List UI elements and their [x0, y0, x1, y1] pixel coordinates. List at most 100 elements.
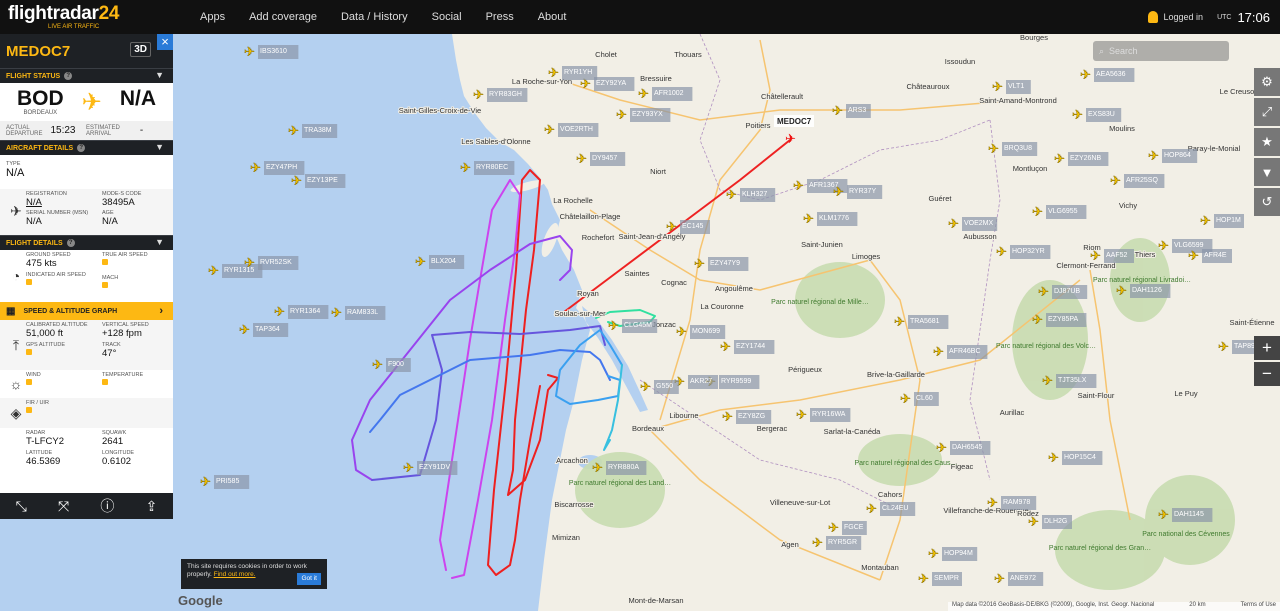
settings-gear-icon[interactable]: ⚙: [1254, 68, 1280, 96]
aircraft-marker[interactable]: ✈ HOP864: [1148, 149, 1198, 164]
aircraft-marker[interactable]: ✈ EZY1744: [720, 340, 775, 355]
aircraft-marker[interactable]: ✈ EZY8ZG: [722, 410, 772, 425]
aircraft-marker[interactable]: ✈ ARS3: [832, 104, 871, 119]
route-icon[interactable]: ⤡: [16, 498, 27, 515]
aircraft-marker[interactable]: ✈ RAM978: [987, 496, 1037, 511]
aircraft-icon[interactable]: ✈: [933, 345, 944, 360]
aircraft-icon[interactable]: ✈: [832, 104, 843, 119]
aircraft-marker[interactable]: ✈ DAH1145: [1158, 508, 1213, 523]
aircraft-marker[interactable]: ✈ CLG45M: [608, 319, 658, 334]
cookie-ok-button[interactable]: Got it: [297, 573, 321, 585]
zoom-in-button[interactable]: +: [1254, 336, 1280, 360]
aircraft-marker[interactable]: ✈ DJ87UB: [1038, 285, 1088, 300]
aircraft-icon[interactable]: ✈: [720, 340, 731, 355]
aircraft-icon[interactable]: ✈: [1080, 68, 1091, 83]
aircraft-marker[interactable]: ✈ VOE2MX: [948, 217, 998, 232]
aircraft-marker[interactable]: ✈ AFR1002: [638, 87, 693, 102]
user-icon[interactable]: [1147, 11, 1158, 23]
aircraft-icon[interactable]: ✈: [803, 212, 814, 227]
terms-link[interactable]: Terms of Use: [1241, 602, 1276, 611]
flightradar24-logo[interactable]: flightradar24 LIVE AIR TRAFFIC: [8, 3, 188, 31]
alert-icon[interactable]: ⓘ: [100, 496, 114, 516]
cookie-more-link[interactable]: Find out more.: [214, 571, 256, 578]
nav-social[interactable]: Social: [432, 11, 462, 23]
aircraft-icon[interactable]: ✈: [1148, 149, 1159, 164]
aircraft-icon[interactable]: ✈: [274, 305, 285, 320]
chevron-down-icon[interactable]: ▼: [155, 142, 164, 152]
aircraft-icon[interactable]: ✈: [1048, 451, 1059, 466]
section-flight-status[interactable]: FLIGHT STATUS? ▼: [0, 68, 173, 83]
aircraft-marker[interactable]: ✈ SEMPR: [918, 572, 962, 587]
aircraft-icon[interactable]: ✈: [548, 66, 559, 81]
help-icon[interactable]: ?: [64, 72, 73, 80]
aircraft-marker[interactable]: ✈ VLT1: [992, 80, 1031, 95]
star-icon[interactable]: ★: [1254, 128, 1280, 156]
aircraft-icon[interactable]: ✈: [996, 245, 1007, 260]
aircraft-icon[interactable]: ✈: [1200, 214, 1211, 229]
aircraft-icon[interactable]: ✈: [988, 142, 999, 157]
aircraft-icon[interactable]: ✈: [812, 536, 823, 551]
aircraft-icon[interactable]: ✈: [473, 88, 484, 103]
aircraft-icon[interactable]: ✈: [1090, 249, 1101, 264]
fullscreen-icon[interactable]: ⤢: [1254, 98, 1280, 126]
aircraft-marker[interactable]: ✈ RYR880A: [592, 461, 647, 476]
aircraft-icon[interactable]: ✈: [866, 502, 877, 517]
chevron-down-icon[interactable]: ▼: [155, 70, 164, 80]
aircraft-icon[interactable]: ✈: [793, 179, 804, 194]
section-aircraft-details[interactable]: AIRCRAFT DETAILS? ▼: [0, 140, 173, 155]
aircraft-marker[interactable]: ✈ ANE972: [994, 572, 1044, 587]
aircraft-marker[interactable]: ✈ BRQ3U8: [988, 142, 1038, 157]
nav-data-history[interactable]: Data / History: [341, 11, 408, 23]
aircraft-icon[interactable]: ✈: [900, 392, 911, 407]
aircraft-icon[interactable]: ✈: [992, 80, 1003, 95]
aircraft-marker[interactable]: ✈ VLG6955: [1032, 205, 1087, 220]
view-3d-button[interactable]: 3D: [130, 42, 151, 57]
aircraft-marker[interactable]: ✈ AKR27: [674, 375, 718, 390]
aircraft-icon[interactable]: ✈: [948, 217, 959, 232]
aircraft-marker[interactable]: ✈ AFR25SQ: [1110, 174, 1165, 189]
aircraft-marker[interactable]: ✈ HOP94M: [928, 547, 978, 562]
aircraft-marker[interactable]: ✈ AEA5636: [1080, 68, 1135, 83]
aircraft-marker[interactable]: ✈ BLX204: [415, 255, 465, 270]
aircraft-icon[interactable]: ✈: [1158, 508, 1169, 523]
aircraft-icon[interactable]: ✈: [1072, 108, 1083, 123]
aircraft-icon[interactable]: ✈: [796, 408, 807, 423]
aircraft-marker[interactable]: ✈ EC145: [666, 220, 710, 235]
share-icon[interactable]: ⇪: [146, 498, 158, 515]
aircraft-marker[interactable]: ✈ EXS83U: [1072, 108, 1122, 123]
aircraft-marker[interactable]: ✈ DAH1126: [1116, 284, 1171, 299]
map-canvas[interactable]: La Roche-sur-YonSaint-Gilles-Croix-de-Vi…: [0, 34, 1280, 611]
aircraft-icon[interactable]: ✈: [987, 496, 998, 511]
close-panel-button[interactable]: ×: [157, 34, 173, 50]
aircraft-icon[interactable]: ✈: [694, 257, 705, 272]
help-icon[interactable]: ?: [66, 239, 75, 247]
nav-apps[interactable]: Apps: [200, 11, 225, 23]
aircraft-icon[interactable]: ✈: [726, 188, 737, 203]
aircraft-icon[interactable]: ✈: [928, 547, 939, 562]
aircraft-icon[interactable]: ✈: [288, 124, 299, 139]
aircraft-marker[interactable]: ✈ RVR52SK: [244, 256, 299, 271]
aircraft-icon[interactable]: ✈: [828, 521, 839, 536]
aircraft-marker[interactable]: ✈ F900: [372, 358, 411, 373]
aircraft-icon[interactable]: ✈: [244, 45, 255, 60]
aircraft-marker[interactable]: ✈ RYR1364: [274, 305, 329, 320]
aircraft-marker[interactable]: ✈ RYR1YH: [548, 66, 598, 81]
search-input[interactable]: Search: [1109, 46, 1138, 56]
aircraft-icon[interactable]: ✈: [616, 108, 627, 123]
aircraft-icon[interactable]: ✈: [250, 161, 261, 176]
aircraft-icon[interactable]: ✈: [1110, 174, 1121, 189]
aircraft-icon[interactable]: ✈: [638, 87, 649, 102]
fullscreen-icon[interactable]: ⤧: [58, 498, 69, 515]
aircraft-icon[interactable]: ✈: [1116, 284, 1127, 299]
aircraft-icon[interactable]: ✈: [200, 475, 211, 490]
aircraft-icon[interactable]: ✈: [1038, 285, 1049, 300]
aircraft-marker[interactable]: ✈ MON699: [676, 325, 726, 340]
registration-value[interactable]: N/A: [26, 197, 102, 208]
aircraft-icon[interactable]: ✈: [1042, 374, 1053, 389]
aircraft-marker[interactable]: ✈ EZY26NB: [1054, 152, 1109, 167]
filter-icon[interactable]: ▼: [1254, 158, 1280, 186]
aircraft-marker[interactable]: ✈ TRA38M: [288, 124, 338, 139]
aircraft-marker[interactable]: ✈ EZY85PA: [1032, 313, 1087, 328]
aircraft-icon[interactable]: ✈: [833, 185, 844, 200]
aircraft-icon[interactable]: ✈: [239, 323, 250, 338]
